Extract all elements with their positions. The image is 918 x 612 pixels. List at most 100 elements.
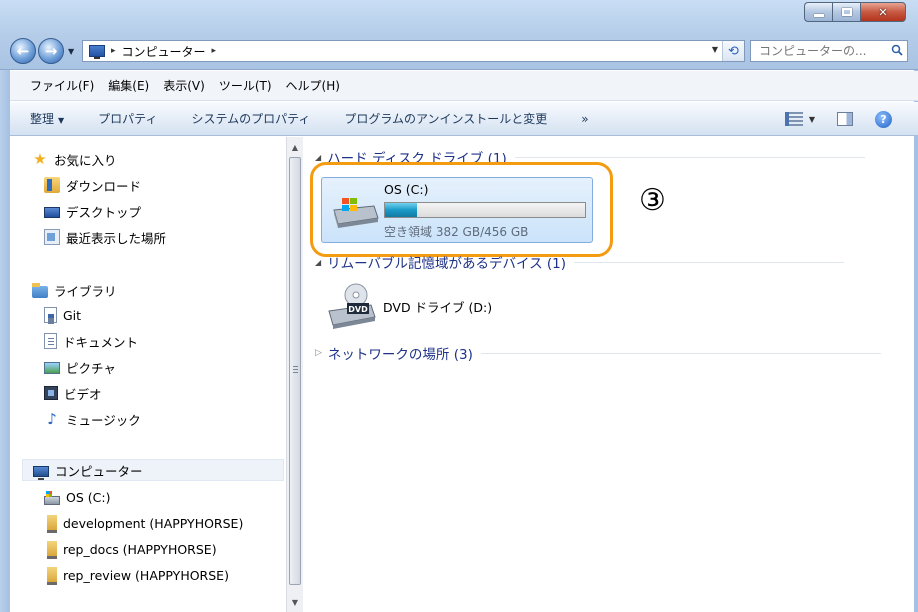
breadcrumb-separator[interactable]: ▸ xyxy=(212,46,217,56)
back-button[interactable]: ← xyxy=(10,38,36,64)
scrollbar-thumb[interactable] xyxy=(289,157,301,585)
preview-pane-icon[interactable] xyxy=(837,112,853,126)
computer-icon xyxy=(33,465,49,480)
nav-item-development[interactable]: development (HAPPYHORSE) xyxy=(44,512,243,534)
hard-drive-icon xyxy=(333,198,379,228)
arrow-left-icon: ← xyxy=(16,42,30,60)
nav-label: Git xyxy=(63,307,82,323)
nav-item-desktop[interactable]: デスクトップ xyxy=(44,200,141,222)
nav-label: ミュージック xyxy=(66,412,141,428)
scroll-up-icon[interactable]: ▲ xyxy=(287,139,303,155)
nav-favorites[interactable]: ★ お気に入り xyxy=(32,148,117,170)
collapse-triangle-icon: ◢ xyxy=(315,257,322,267)
search-box[interactable] xyxy=(750,40,908,62)
menu-bar: ファイル(F) 編集(E) 表示(V) ツール(T) ヘルプ(H) xyxy=(10,71,918,101)
network-drive-icon xyxy=(47,515,57,533)
menu-view[interactable]: 表示(V) xyxy=(163,77,205,94)
nav-item-documents[interactable]: ドキュメント xyxy=(44,330,138,352)
group-divider xyxy=(514,156,865,158)
window-chrome: ✕ ← → ▼ ▸ コンピューター ▸ ▼ ⟲ xyxy=(0,0,918,70)
view-controls: ▼ ? xyxy=(784,102,918,136)
drive-c-usage-bar xyxy=(384,202,586,218)
group-header-network[interactable]: ▷ ネットワークの場所 (3) xyxy=(315,343,881,363)
nav-label: OS (C:) xyxy=(66,489,111,505)
drive-c-free-space: 空き領域 382 GB/456 GB xyxy=(384,225,529,239)
window-frame-left xyxy=(0,70,10,612)
nav-item-rep-review[interactable]: rep_review (HAPPYHORSE) xyxy=(44,564,229,586)
view-dropdown-icon[interactable]: ▼ xyxy=(809,115,815,124)
grip-icon xyxy=(293,366,298,373)
downloads-folder-icon xyxy=(44,177,60,193)
system-properties-button[interactable]: システムのプロパティ xyxy=(191,110,310,127)
breadcrumb-separator[interactable]: ▸ xyxy=(111,46,116,56)
windows-drive-icon xyxy=(44,490,60,505)
navigation-scrollbar[interactable]: ▲ ▼ xyxy=(286,137,303,612)
group-header-hard-disks[interactable]: ◢ ハード ディスク ドライブ (1) xyxy=(315,147,865,167)
refresh-icon: ⟲ xyxy=(728,43,739,59)
nav-item-pictures[interactable]: ピクチャ xyxy=(44,356,116,378)
nav-item-os-drive[interactable]: OS (C:) xyxy=(44,486,110,508)
pictures-icon xyxy=(44,362,60,374)
computer-icon xyxy=(89,45,105,59)
maximize-button[interactable] xyxy=(832,2,860,22)
nav-item-music[interactable]: ♪ ミュージック xyxy=(44,408,141,430)
group-title: リムーバブル記憶域があるデバイス (1) xyxy=(327,256,567,272)
dvd-drive-tile[interactable]: DVD DVD ドライブ (D:) xyxy=(321,283,593,333)
properties-button[interactable]: プロパティ xyxy=(98,110,157,127)
menu-tools[interactable]: ツール(T) xyxy=(219,77,272,94)
forward-button[interactable]: → xyxy=(38,38,64,64)
nav-label: コンピューター xyxy=(55,463,143,479)
search-icon[interactable] xyxy=(891,44,903,56)
nav-label: ドキュメント xyxy=(63,334,139,350)
dvd-drive-name: DVD ドライブ (D:) xyxy=(383,300,493,315)
nav-item-downloads[interactable]: ダウンロード xyxy=(44,174,141,196)
collapse-triangle-icon: ◢ xyxy=(315,152,322,162)
network-drive-icon xyxy=(47,567,57,585)
menu-help[interactable]: ヘルプ(H) xyxy=(286,77,340,94)
nav-label: デスクトップ xyxy=(66,204,142,220)
nav-label: ピクチャ xyxy=(66,360,116,376)
minimize-button[interactable] xyxy=(804,2,832,22)
documents-icon xyxy=(44,333,57,349)
refresh-button[interactable]: ⟲ xyxy=(722,41,744,61)
minimize-icon xyxy=(813,13,824,17)
expand-triangle-icon: ▷ xyxy=(315,348,322,358)
videos-icon xyxy=(44,386,58,400)
menu-edit[interactable]: 編集(E) xyxy=(108,77,149,94)
close-icon: ✕ xyxy=(878,5,888,19)
nav-item-git[interactable]: Git xyxy=(44,304,81,326)
command-bar: 整理 ▼ プロパティ システムのプロパティ プログラムのアンインストールと変更 »… xyxy=(10,102,918,136)
more-commands-button[interactable]: » xyxy=(581,112,588,126)
nav-item-recent-places[interactable]: 最近表示した場所 xyxy=(44,226,166,248)
nav-label: ダウンロード xyxy=(66,178,142,194)
dvd-badge-text: DVD xyxy=(348,305,368,314)
drive-c-tile[interactable]: OS (C:) 空き領域 382 GB/456 GB xyxy=(321,177,593,243)
recent-places-icon xyxy=(44,229,60,245)
nav-label: rep_review (HAPPYHORSE) xyxy=(63,567,229,583)
group-title: ハード ディスク ドライブ (1) xyxy=(327,151,507,167)
group-header-removable[interactable]: ◢ リムーバブル記憶域があるデバイス (1) xyxy=(315,252,845,272)
nav-libraries[interactable]: ライブラリ xyxy=(32,279,117,301)
close-button[interactable]: ✕ xyxy=(860,2,906,22)
menu-file[interactable]: ファイル(F) xyxy=(30,77,94,94)
nav-computer[interactable]: コンピューター xyxy=(22,459,284,481)
nav-label: ライブラリ xyxy=(54,283,117,299)
change-view-icon[interactable] xyxy=(784,112,803,126)
help-icon[interactable]: ? xyxy=(875,110,892,128)
nav-item-videos[interactable]: ビデオ xyxy=(44,382,102,404)
uninstall-program-button[interactable]: プログラムのアンインストールと変更 xyxy=(344,110,547,127)
group-title: ネットワークの場所 (3) xyxy=(327,347,473,363)
group-divider xyxy=(574,261,845,263)
nav-item-rep-docs[interactable]: rep_docs (HAPPYHORSE) xyxy=(44,538,217,560)
address-dropdown-icon[interactable]: ▼ xyxy=(712,45,718,54)
address-bar[interactable]: ▸ コンピューター ▸ ▼ ⟲ xyxy=(82,40,745,62)
navigation-pane: ★ お気に入り ダウンロード デスクトップ 最近表示した場所 ライブラリ Git… xyxy=(10,137,286,612)
breadcrumb-computer[interactable]: コンピューター xyxy=(122,43,206,60)
organize-button[interactable]: 整理 ▼ xyxy=(30,110,64,127)
nav-label: お気に入り xyxy=(54,152,117,168)
group-divider xyxy=(480,352,881,354)
search-input[interactable] xyxy=(759,44,881,58)
scroll-down-icon[interactable]: ▼ xyxy=(287,594,303,610)
recent-pages-dropdown[interactable]: ▼ xyxy=(68,47,74,56)
arrow-right-icon: → xyxy=(44,42,58,60)
